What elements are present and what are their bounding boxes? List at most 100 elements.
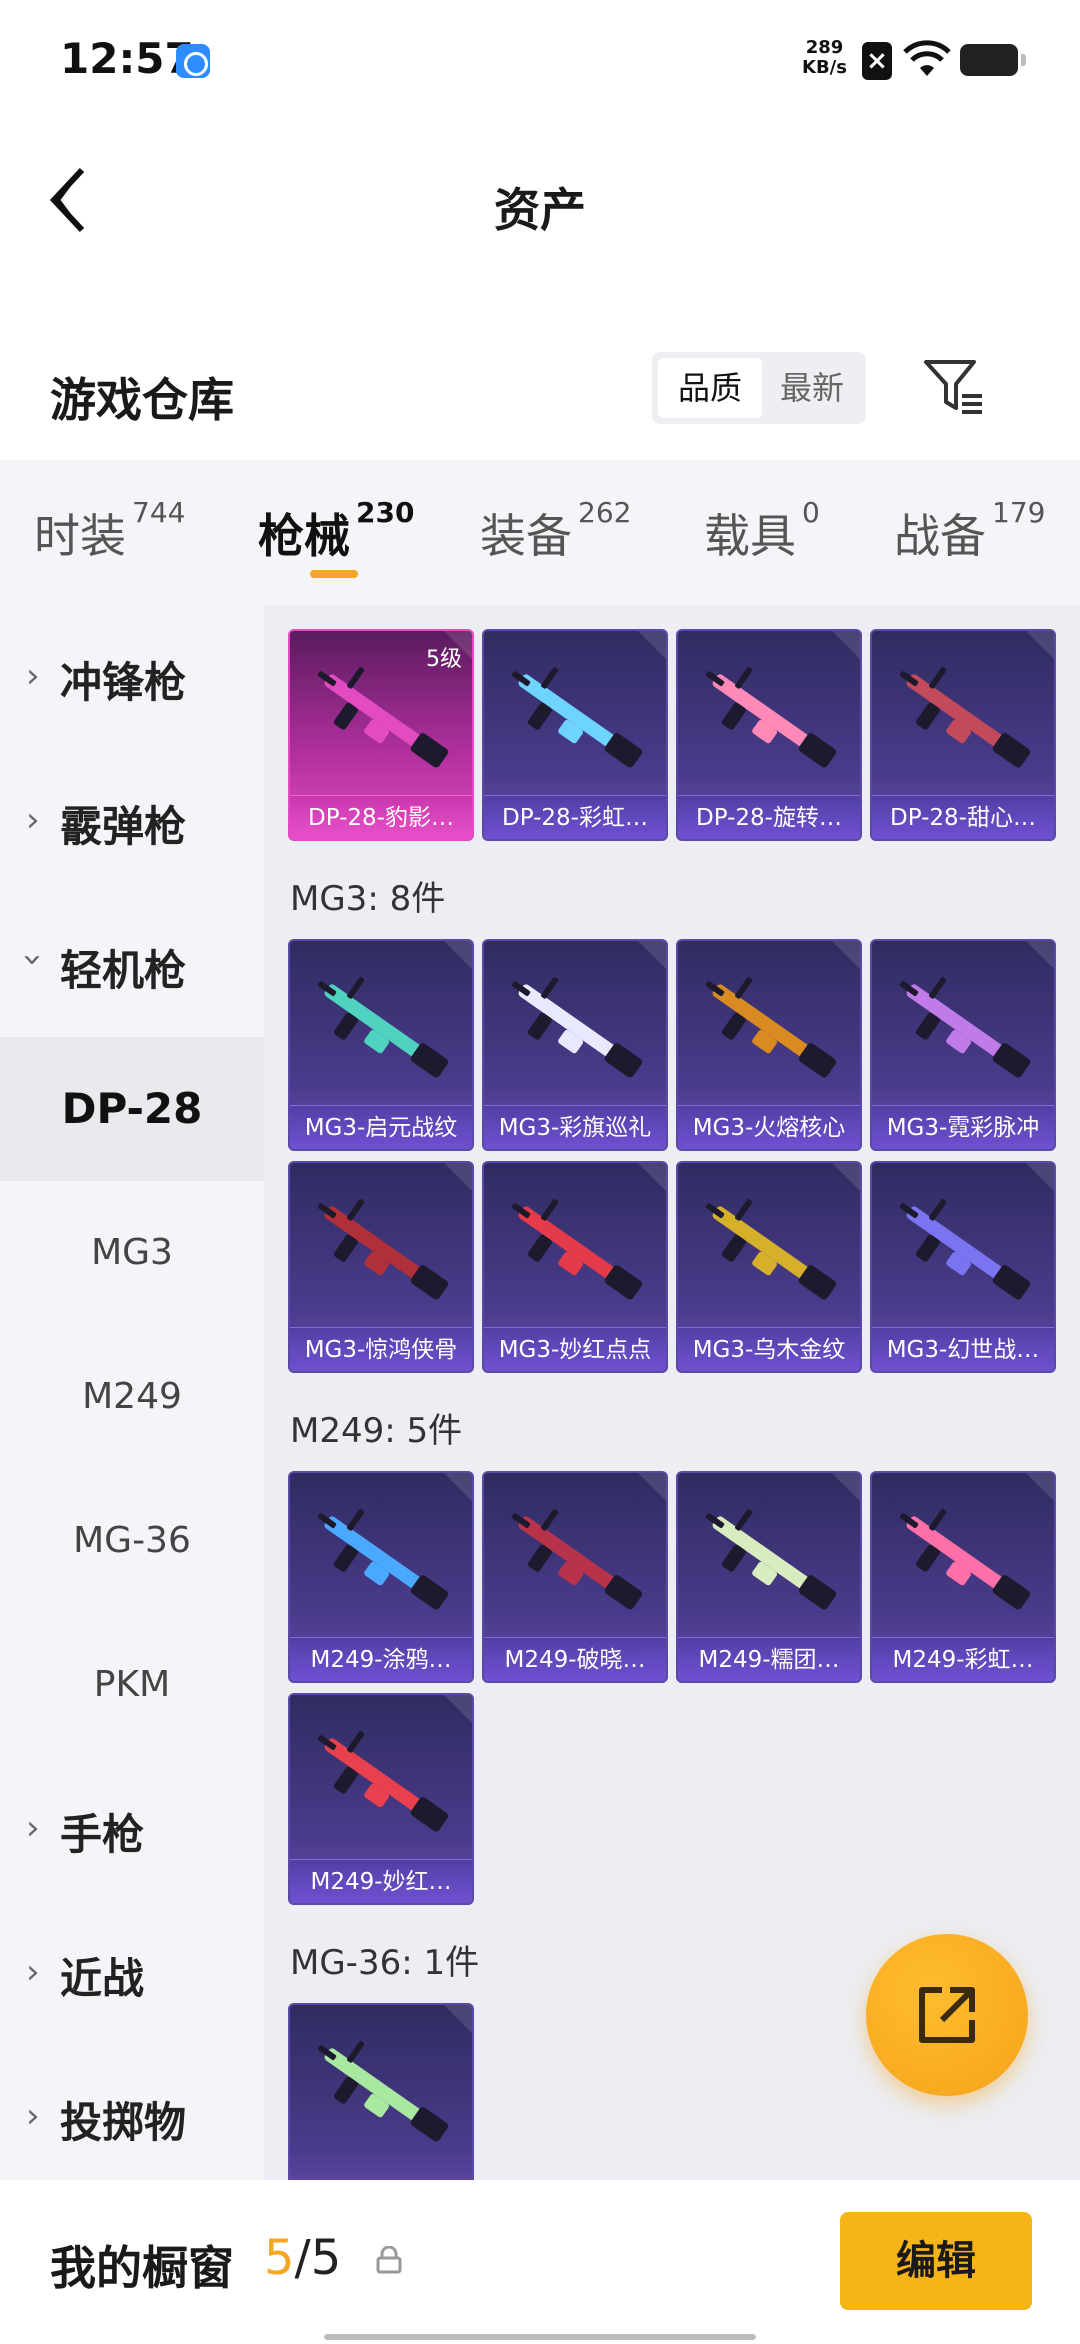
sidebar-sub-mg3[interactable]: MG3 (0, 1181, 264, 1325)
gun-icon (899, 977, 1031, 1078)
page-title: 资产 (494, 183, 586, 237)
weapon-card[interactable]: M249-破晓… (482, 1471, 668, 1683)
weapon-name: MG3-彩旗巡礼 (484, 1105, 666, 1149)
chevron-right-icon: › (26, 656, 40, 696)
weapon-name: DP-28-旋转… (678, 795, 860, 839)
network-speed-value: 289 (805, 37, 844, 58)
weapon-card[interactable]: MG3-霓彩脉冲 (870, 939, 1056, 1151)
sidebar-sub-m249[interactable]: M249 (0, 1325, 264, 1469)
weapon-card[interactable]: MG3-启元战纹 (288, 939, 474, 1151)
share-button[interactable] (866, 1934, 1028, 2096)
weapon-card[interactable]: M249-彩虹… (870, 1471, 1056, 1683)
weapon-card[interactable]: DP-28-甜心… (870, 629, 1056, 841)
sidebar-sub-pkm[interactable]: PKM (0, 1613, 264, 1757)
no-sim-icon: × (862, 42, 892, 80)
weapon-name: M249-涂鸦… (290, 1637, 472, 1681)
sidebar-item-shotgun[interactable]: › 霰弹枪 (0, 749, 264, 893)
home-indicator (324, 2334, 756, 2340)
gun-icon (317, 1199, 449, 1300)
sidebar-item-label: 手枪 (60, 1810, 145, 1859)
tab-count: 0 (802, 496, 820, 529)
sidebar-item-throwable[interactable]: › 投掷物 (0, 2045, 264, 2189)
weapon-name: MG3-霓彩脉冲 (872, 1105, 1054, 1149)
gun-icon (511, 1509, 643, 1610)
lock-icon (376, 2246, 402, 2274)
weapon-card[interactable]: 5级 DP-28-豹影… (288, 629, 474, 841)
network-speed: 289 KB/s (802, 38, 847, 78)
weapon-card[interactable] (288, 2003, 474, 2180)
sidebar-item-smg[interactable]: › 冲锋枪 (0, 605, 264, 749)
wifi-icon (903, 40, 951, 76)
network-speed-unit: KB/s (802, 57, 847, 78)
weapon-card[interactable]: MG3-妙红点点 (482, 1161, 668, 1373)
weapon-name: MG3-乌木金纹 (678, 1327, 860, 1371)
battery-icon (960, 44, 1026, 76)
tab-equipment[interactable]: 装备 262 (480, 496, 631, 566)
gun-icon (317, 667, 449, 768)
tab-vehicles[interactable]: 载具 0 (704, 496, 820, 566)
app-notification-icon (176, 44, 210, 78)
weapon-name: MG3-惊鸿侠骨 (290, 1327, 472, 1371)
header: 资产 (0, 140, 1080, 260)
sort-quality-button[interactable]: 品质 (658, 358, 762, 418)
weapon-name: MG3-妙红点点 (484, 1327, 666, 1371)
weapon-card[interactable]: DP-28-旋转… (676, 629, 862, 841)
weapon-name: MG3-幻世战… (872, 1327, 1054, 1371)
weapon-name: MG3-启元战纹 (290, 1105, 472, 1149)
tab-supplies[interactable]: 战备 179 (894, 496, 1045, 566)
gun-icon (511, 1199, 643, 1300)
sort-newest-button[interactable]: 最新 (760, 358, 864, 418)
tab-fashion[interactable]: 时装 744 (34, 496, 185, 566)
chevron-right-icon: › (26, 2096, 40, 2136)
edit-button[interactable]: 编辑 (840, 2212, 1032, 2310)
sidebar-item-pistol[interactable]: › 手枪 (0, 1757, 264, 1901)
weapon-type-sidebar: › 冲锋枪 › 霰弹枪 › 轻机枪 DP-28 MG3 M249 MG-36 P… (0, 605, 264, 2180)
gun-icon (705, 1199, 837, 1300)
sidebar-sub-mg36[interactable]: MG-36 (0, 1469, 264, 1613)
weapon-name: MG3-火熔核心 (678, 1105, 860, 1149)
filter-icon[interactable] (922, 356, 986, 420)
tab-label: 载具 (704, 509, 796, 563)
active-tab-indicator (310, 570, 358, 578)
gun-icon (705, 977, 837, 1078)
tab-label: 战备 (894, 509, 986, 563)
chevron-right-icon: › (26, 1952, 40, 1992)
showcase-count-current: 5 (264, 2230, 295, 2286)
sidebar-item-lmg[interactable]: › 轻机枪 (0, 893, 264, 1037)
weapon-name: DP-28-彩虹… (484, 795, 666, 839)
sidebar-item-melee[interactable]: › 近战 (0, 1901, 264, 2045)
showcase-count: 5/5 (264, 2230, 341, 2286)
tab-guns[interactable]: 枪械 230 (258, 496, 414, 566)
weapon-card[interactable]: MG3-彩旗巡礼 (482, 939, 668, 1151)
weapon-card[interactable]: M249-妙红… (288, 1693, 474, 1905)
showcase-bar: 我的橱窗 5/5 编辑 (0, 2180, 1080, 2344)
section-title-mg36: MG-36: 1件 (290, 1943, 480, 1983)
sidebar-item-label: 霰弹枪 (60, 802, 187, 851)
tab-label: 时装 (34, 509, 126, 563)
showcase-count-total: /5 (294, 2230, 342, 2286)
gun-icon (705, 1509, 837, 1610)
weapon-card[interactable]: MG3-惊鸿侠骨 (288, 1161, 474, 1373)
tab-label: 枪械 (258, 509, 350, 563)
gun-icon (317, 977, 449, 1078)
weapon-card[interactable]: MG3-火熔核心 (676, 939, 862, 1151)
weapon-name: M249-破晓… (484, 1637, 666, 1681)
weapon-card[interactable]: M249-糯团… (676, 1471, 862, 1683)
weapon-card[interactable]: MG3-幻世战… (870, 1161, 1056, 1373)
tab-count: 179 (992, 496, 1046, 529)
gun-icon (899, 1199, 1031, 1300)
gun-icon (899, 1509, 1031, 1610)
gun-icon (511, 667, 643, 768)
tab-count: 230 (356, 496, 415, 529)
section-title-m249: M249: 5件 (290, 1411, 463, 1451)
tab-count: 262 (578, 496, 632, 529)
weapon-card[interactable]: M249-涂鸦… (288, 1471, 474, 1683)
weapon-name: M249-彩虹… (872, 1637, 1054, 1681)
chevron-down-icon: › (13, 953, 53, 967)
weapon-card[interactable]: MG3-乌木金纹 (676, 1161, 862, 1373)
share-external-icon (919, 1987, 975, 2043)
weapon-card[interactable]: DP-28-彩虹… (482, 629, 668, 841)
sidebar-item-label: 轻机枪 (60, 946, 187, 995)
sidebar-sub-dp28[interactable]: DP-28 (0, 1037, 264, 1181)
warehouse-label: 游戏仓库 (50, 373, 234, 427)
